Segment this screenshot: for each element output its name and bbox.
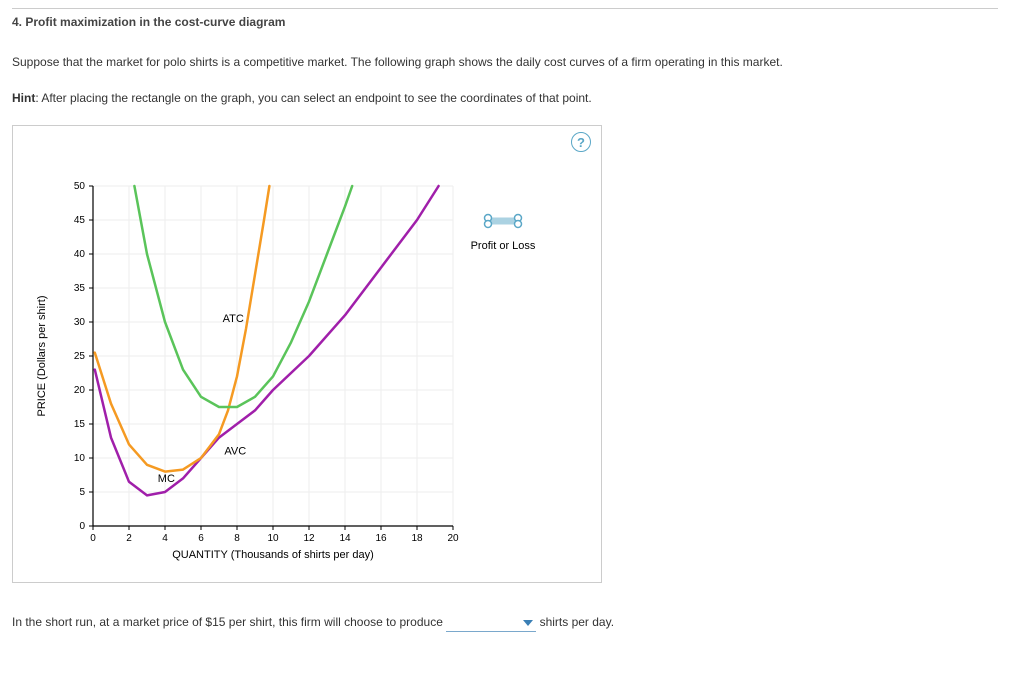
- svg-text:35: 35: [74, 283, 86, 294]
- svg-text:ATC: ATC: [223, 313, 244, 325]
- svg-text:10: 10: [74, 453, 86, 464]
- svg-text:8: 8: [234, 533, 240, 544]
- svg-text:0: 0: [90, 533, 96, 544]
- svg-text:QUANTITY (Thousands of shirts: QUANTITY (Thousands of shirts per day): [172, 549, 374, 561]
- svg-text:PRICE (Dollars per shirt): PRICE (Dollars per shirt): [36, 295, 48, 416]
- svg-text:0: 0: [79, 521, 85, 532]
- svg-text:6: 6: [198, 533, 204, 544]
- svg-text:30: 30: [74, 317, 86, 328]
- svg-text:18: 18: [411, 533, 423, 544]
- svg-text:AVC: AVC: [224, 446, 246, 458]
- svg-text:10: 10: [267, 533, 279, 544]
- sentence-suffix: shirts per day.: [540, 615, 614, 629]
- svg-text:20: 20: [74, 385, 86, 396]
- svg-text:50: 50: [74, 181, 86, 192]
- svg-text:MC: MC: [158, 473, 175, 485]
- hint-paragraph: Hint: After placing the rectangle on the…: [12, 89, 998, 107]
- svg-text:5: 5: [79, 487, 85, 498]
- hint-label: Hint: [12, 91, 35, 105]
- question-title: Profit maximization in the cost-curve di…: [25, 15, 285, 29]
- svg-text:45: 45: [74, 215, 86, 226]
- svg-text:25: 25: [74, 351, 86, 362]
- answer-dropdown[interactable]: [446, 614, 536, 632]
- svg-text:20: 20: [447, 533, 459, 544]
- svg-text:16: 16: [375, 533, 387, 544]
- svg-text:4: 4: [162, 533, 168, 544]
- svg-text:14: 14: [339, 533, 351, 544]
- svg-text:2: 2: [126, 533, 132, 544]
- cost-curve-chart[interactable]: 0 2 4 6 8 10 12 14 16 18 20 0 5 10 15 20 25 30 35 40 45 50 QUA…: [13, 126, 603, 584]
- question-number: 4.: [12, 15, 22, 29]
- intro-paragraph: Suppose that the market for polo shirts …: [12, 53, 998, 71]
- hint-text: : After placing the rectangle on the gra…: [35, 91, 591, 105]
- graph-container[interactable]: ? 0 2 4 6 8 10 12 14 16 18 20 0 5 10 15 20 25 30 35 40 45 50 Q…: [12, 125, 602, 583]
- svg-text:15: 15: [74, 419, 86, 430]
- sentence-prefix: In the short run, at a market price of $…: [12, 615, 443, 629]
- help-icon[interactable]: ?: [571, 132, 591, 152]
- question-header: 4. Profit maximization in the cost-curve…: [12, 8, 998, 35]
- svg-text:12: 12: [303, 533, 315, 544]
- svg-text:Profit or Loss: Profit or Loss: [471, 240, 536, 252]
- svg-text:40: 40: [74, 249, 86, 260]
- fill-in-sentence: In the short run, at a market price of $…: [12, 613, 998, 632]
- chevron-down-icon: [523, 620, 533, 626]
